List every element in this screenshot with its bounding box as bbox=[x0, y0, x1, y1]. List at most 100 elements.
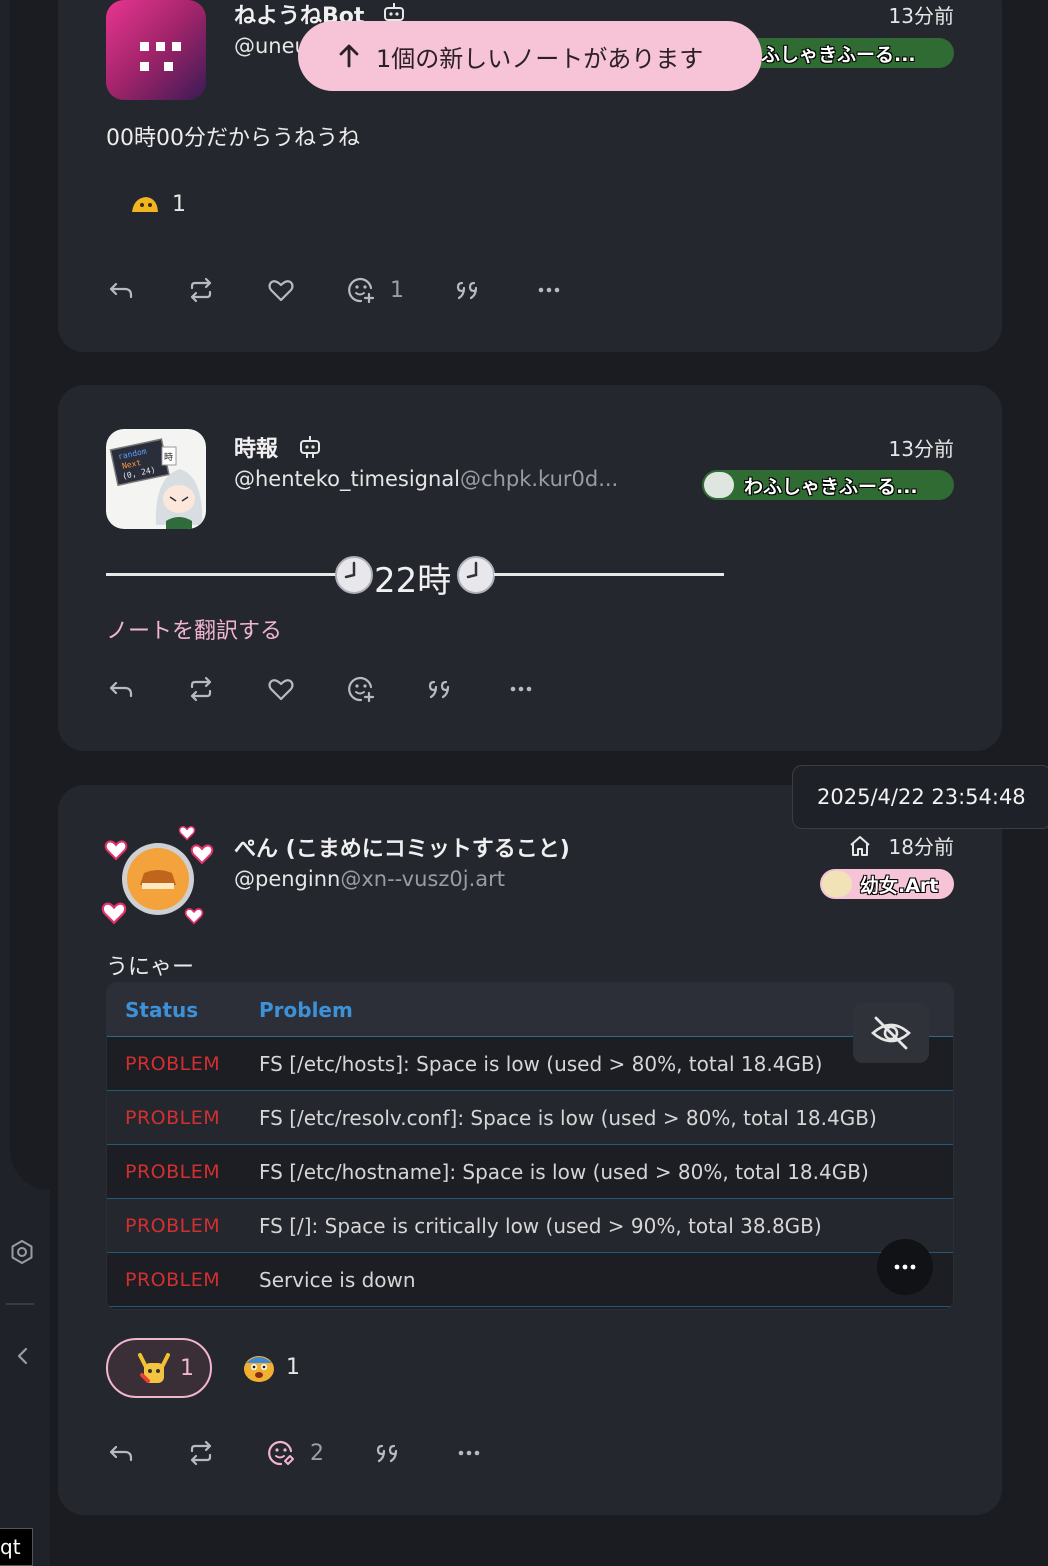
reply-count: 2 bbox=[310, 1440, 324, 1466]
new-notes-button[interactable]: 1個の新しいノートがあります bbox=[298, 21, 762, 91]
renote-button[interactable] bbox=[186, 1438, 216, 1468]
quote-button[interactable] bbox=[426, 674, 456, 704]
status-cell: PROBLEM bbox=[125, 1268, 221, 1291]
note-card: random Next (0, 24) 時 時報 @henteko_timesi… bbox=[58, 385, 1002, 751]
emoji-reacted-icon bbox=[268, 1440, 294, 1466]
more-dots-icon bbox=[510, 686, 532, 692]
hide-image-button[interactable] bbox=[853, 1003, 929, 1063]
clock-icon bbox=[457, 556, 495, 594]
more-button[interactable] bbox=[454, 1438, 484, 1468]
avatar[interactable] bbox=[98, 821, 218, 931]
note-time[interactable]: 13分前 bbox=[889, 433, 954, 462]
heart-icon bbox=[268, 679, 294, 701]
custom-emoji-icon bbox=[132, 196, 158, 212]
avatar[interactable] bbox=[106, 0, 206, 100]
user-handle[interactable]: @penginn@xn--vusz0j.art bbox=[234, 867, 505, 891]
react-button[interactable]: 1 bbox=[346, 275, 404, 305]
chevron-left-icon[interactable] bbox=[12, 1343, 34, 1369]
more-dots-icon bbox=[538, 287, 560, 293]
heart-decoration-icon bbox=[190, 844, 214, 865]
note-time[interactable]: 18分前 bbox=[848, 831, 954, 860]
like-button[interactable] bbox=[266, 275, 296, 305]
table-row: PROBLEM FS [/etc/resolv.conf]: Space is … bbox=[107, 1091, 953, 1145]
table-row: PROBLEM FS [/etc/hosts]: Space is low (u… bbox=[107, 1037, 953, 1091]
reply-icon bbox=[109, 1445, 133, 1462]
instance-icon bbox=[822, 871, 852, 897]
bot-face-icon bbox=[140, 42, 181, 71]
status-cell: PROBLEM bbox=[125, 1106, 221, 1129]
more-dots-icon bbox=[894, 1264, 916, 1270]
user-handle[interactable]: @henteko_timesignal@chpk.kur0d... bbox=[234, 467, 618, 491]
renote-icon bbox=[190, 1440, 212, 1466]
timestamp-tooltip: 2025/4/22 23:54:48 bbox=[792, 765, 1048, 829]
heart-decoration-icon bbox=[184, 908, 204, 925]
status-cell: PROBLEM bbox=[125, 1160, 221, 1183]
reply-button[interactable] bbox=[106, 1438, 136, 1468]
problem-cell: FS [/etc/hostname]: Space is low (used >… bbox=[259, 1159, 869, 1184]
settings-icon[interactable] bbox=[8, 1238, 36, 1266]
quote-icon bbox=[456, 281, 478, 300]
instance-badge[interactable]: 幼女.Art bbox=[820, 869, 954, 899]
qt-label: qt bbox=[0, 1528, 33, 1566]
new-notes-label: 1個の新しいノートがあります bbox=[376, 44, 704, 73]
note-text: うにゃー bbox=[106, 955, 195, 980]
reply-icon bbox=[109, 681, 133, 698]
user-name[interactable]: ぺん (こまめにコミットすること) bbox=[234, 831, 570, 863]
reaction[interactable]: 1 bbox=[242, 1351, 300, 1383]
renote-button[interactable] bbox=[186, 674, 216, 704]
heart-decoration-icon bbox=[101, 902, 127, 925]
reaction-count: 1 bbox=[180, 1355, 194, 1381]
attached-image[interactable]: Status Problem PROBLEM FS [/etc/hosts]: … bbox=[106, 982, 954, 1310]
renote-button[interactable] bbox=[186, 275, 216, 305]
table-row: PROBLEM Service is down bbox=[107, 1253, 953, 1307]
note-actions bbox=[106, 669, 586, 709]
note-time[interactable]: 13分前 bbox=[889, 0, 954, 29]
time-signal: 22時 bbox=[106, 553, 726, 601]
time-signal-text: 22時 bbox=[374, 561, 452, 601]
reaction-active[interactable]: 1 bbox=[106, 1338, 212, 1398]
table-header-problem: Problem bbox=[259, 997, 353, 1022]
reply-button[interactable] bbox=[106, 674, 136, 704]
arrow-up-icon bbox=[339, 44, 359, 68]
sidebar: qt bbox=[0, 0, 50, 1566]
reaction[interactable]: 1 bbox=[130, 192, 186, 217]
reaction-count: 1 bbox=[286, 1354, 300, 1380]
sidebar-divider bbox=[6, 1303, 34, 1305]
user-handle[interactable]: @uneu bbox=[234, 34, 308, 58]
like-button[interactable] bbox=[266, 674, 296, 704]
quote-button[interactable] bbox=[374, 1438, 404, 1468]
quote-icon bbox=[376, 1444, 398, 1463]
table-row: PROBLEM FS [/etc/hostname]: Space is low… bbox=[107, 1145, 953, 1199]
instance-badge[interactable]: わふしゃきふーる... bbox=[702, 470, 954, 500]
clock-icon bbox=[335, 556, 373, 594]
avatar[interactable]: random Next (0, 24) 時 bbox=[106, 429, 206, 529]
note-card: ぺん (こまめにコミットすること) @penginn@xn--vusz0j.ar… bbox=[58, 785, 1002, 1515]
problem-cell: Service is down bbox=[259, 1267, 416, 1292]
renote-icon bbox=[190, 676, 212, 702]
avatar-sign-text: 時 bbox=[164, 452, 173, 463]
quote-button[interactable] bbox=[454, 275, 484, 305]
note-actions: 2 bbox=[106, 1433, 534, 1473]
more-button[interactable] bbox=[506, 674, 536, 704]
react-button[interactable] bbox=[346, 674, 376, 704]
table-header-status: Status bbox=[125, 997, 199, 1022]
reply-button[interactable] bbox=[106, 275, 136, 305]
problem-cell: FS [/]: Space is critically low (used > … bbox=[259, 1213, 822, 1238]
eye-off-icon bbox=[871, 1016, 911, 1050]
table-header: Status Problem bbox=[107, 983, 953, 1037]
more-button[interactable] bbox=[534, 275, 564, 305]
reaction-count: 1 bbox=[172, 192, 186, 217]
status-cell: PROBLEM bbox=[125, 1052, 221, 1075]
translate-link[interactable]: ノートを翻訳する bbox=[106, 613, 282, 645]
table-row: PROBLEM FS [/]: Space is critically low … bbox=[107, 1199, 953, 1253]
avatar-image: random Next (0, 24) 時 bbox=[109, 438, 203, 529]
image-menu-button[interactable] bbox=[877, 1239, 933, 1295]
custom-emoji-icon bbox=[244, 1356, 274, 1382]
more-dots-icon bbox=[458, 1450, 480, 1456]
problem-cell: FS [/etc/hosts]: Space is low (used > 80… bbox=[259, 1051, 823, 1076]
user-name[interactable]: 時報 bbox=[234, 431, 322, 463]
reply-count: 1 bbox=[390, 277, 404, 303]
home-icon bbox=[850, 836, 870, 856]
react-button[interactable]: 2 bbox=[266, 1438, 324, 1468]
status-cell: PROBLEM bbox=[125, 1214, 221, 1237]
